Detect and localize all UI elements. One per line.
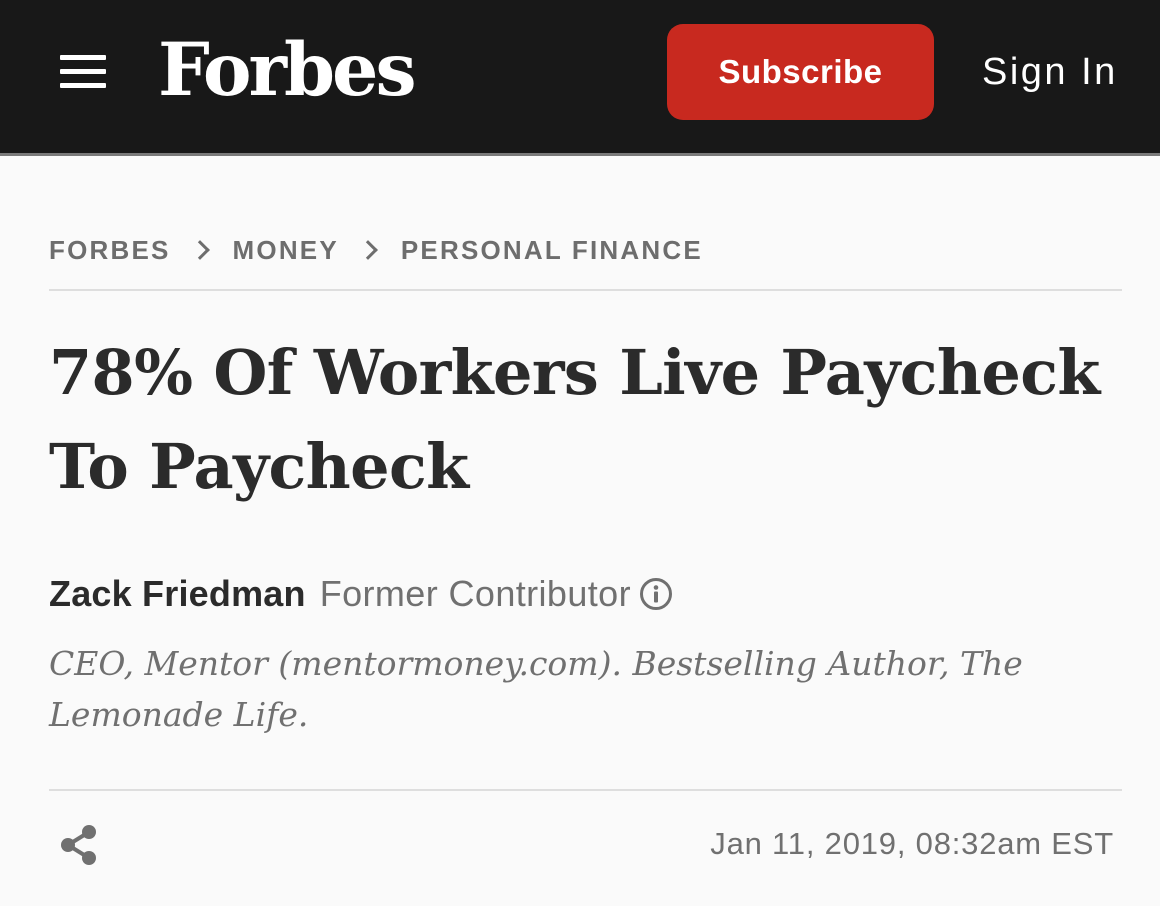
hamburger-menu-icon[interactable]	[58, 52, 108, 92]
publish-timestamp: Jan 11, 2019, 08:32am EST	[710, 826, 1114, 861]
breadcrumb-item-forbes[interactable]: FORBES	[49, 235, 171, 266]
breadcrumb-item-money[interactable]: MONEY	[233, 235, 339, 266]
subscribe-button[interactable]: Subscribe	[667, 24, 934, 120]
sign-in-link[interactable]: Sign In	[982, 48, 1118, 96]
breadcrumb-divider	[49, 289, 1122, 291]
author-row: Zack Friedman Former Contributor	[49, 570, 673, 618]
byline-divider	[49, 789, 1122, 791]
info-circle-icon[interactable]	[639, 577, 673, 611]
author-role: Former Contributor	[319, 573, 631, 614]
site-header: Forbes Subscribe Sign In	[0, 0, 1160, 153]
author-name[interactable]: Zack Friedman	[49, 573, 306, 615]
header-divider	[0, 153, 1160, 156]
breadcrumb-item-personal-finance[interactable]: PERSONAL FINANCE	[401, 235, 703, 266]
author-bio: CEO, Mentor (mentormoney.com). Bestselli…	[49, 644, 1023, 734]
chevron-right-icon	[357, 240, 378, 260]
forbes-logo[interactable]: Forbes	[158, 28, 417, 112]
article-headline: 78% Of Workers Live Paycheck To Paycheck	[49, 336, 1100, 503]
breadcrumb: FORBES MONEY PERSONAL FINANCE	[49, 231, 703, 269]
chevron-right-icon	[189, 240, 210, 260]
share-icon[interactable]	[58, 823, 100, 867]
